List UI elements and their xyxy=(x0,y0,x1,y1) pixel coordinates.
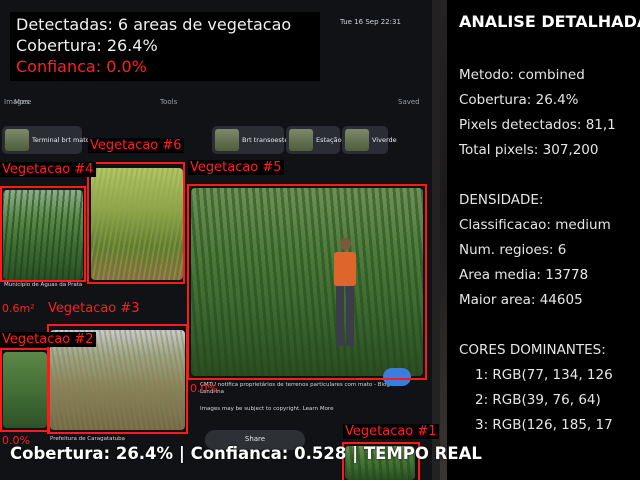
chip[interactable]: Terminal brt mato xyxy=(2,126,90,154)
coverage-readout: Cobertura: 26.4% xyxy=(16,36,158,55)
chip[interactable]: Brt transoeste xyxy=(212,126,288,154)
area-readout: 0.0% xyxy=(190,382,218,395)
detection-box-2 xyxy=(0,348,50,432)
detection-box-5 xyxy=(187,184,427,380)
status-bar-time: Tue 16 Sep 22:31 xyxy=(340,18,401,26)
method-line: Metodo: combined xyxy=(459,67,585,83)
detection-box-6 xyxy=(87,162,185,284)
density-header: DENSIDADE: xyxy=(459,192,544,208)
detection-label-3: Vegetacao #3 xyxy=(48,301,140,316)
chip[interactable]: Estação brt xyxy=(286,126,353,154)
detection-label-5: Vegetacao #5 xyxy=(188,160,284,175)
tools-button[interactable]: Tools xyxy=(160,98,177,106)
saved-button[interactable]: Saved xyxy=(398,98,420,106)
detected-count: Detectadas: 6 areas de vegetacao xyxy=(16,15,292,34)
detection-box-4 xyxy=(0,186,86,282)
color-line-1: 1: RGB(77, 134, 126 xyxy=(475,367,613,383)
chip[interactable]: Viverde xyxy=(342,126,397,154)
image-caption: Município de Águas da Prata xyxy=(4,282,83,288)
bottom-status: Cobertura: 26.4% | Confianca: 0.528 | TE… xyxy=(10,444,482,463)
detection-label-1: Vegetacao #1 xyxy=(343,424,439,439)
color-line-2: 2: RGB(39, 76, 64) xyxy=(475,392,601,408)
copyright-note: Images may be subject to copyright. Lear… xyxy=(200,406,334,412)
regions-line: Num. regioes: 6 xyxy=(459,242,567,258)
detection-label-4: Vegetacao #4 xyxy=(0,162,96,177)
image-caption: CMTU notifica proprietários de terrenos … xyxy=(200,382,390,395)
color-line-3: 3: RGB(126, 185, 17 xyxy=(475,417,613,433)
pixels-detected-line: Pixels detectados: 81,1 xyxy=(459,117,616,133)
analysis-panel: ANALISE DETALHADA Metodo: combined Cober… xyxy=(447,0,640,480)
max-area-line: Maior area: 44605 xyxy=(459,292,583,308)
suggestion-chips: Terminal brt mato Brt transoeste Estação… xyxy=(0,122,440,156)
image-caption: Prefeitura de Caragatatuba xyxy=(50,436,125,442)
area-readout: 0.6m² xyxy=(2,302,35,315)
classification-line: Classificacao: medium xyxy=(459,217,611,233)
colors-header: CORES DOMINANTES: xyxy=(459,342,606,358)
search-filter-row: Images More Tools Saved xyxy=(0,96,440,110)
detection-label-2: Vegetacao #2 xyxy=(0,332,96,347)
tab-more[interactable]: More xyxy=(14,98,31,106)
coverage-line: Cobertura: 26.4% xyxy=(459,92,579,108)
mean-area-line: Area media: 13778 xyxy=(459,267,589,283)
total-pixels-line: Total pixels: 307,200 xyxy=(459,142,599,158)
analysis-title: ANALISE DETALHADA xyxy=(459,12,640,31)
detection-label-6: Vegetacao #6 xyxy=(88,138,184,153)
confidence-readout: Confianca: 0.0% xyxy=(16,57,147,76)
info-panel: Detectadas: 6 areas de vegetacao Cobertu… xyxy=(10,12,320,81)
